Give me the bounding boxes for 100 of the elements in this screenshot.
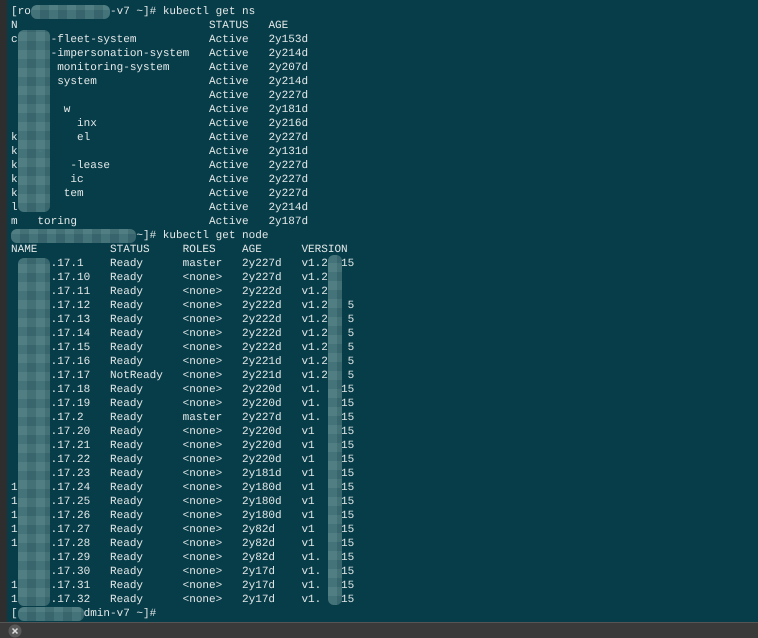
table-cell: 2y227d xyxy=(268,173,308,187)
table-cell-text: <none> xyxy=(182,593,224,607)
table-cell: v1.2 15 xyxy=(301,257,354,271)
table-cell: v1. 15 xyxy=(301,565,354,579)
prompt-text: dmin-v7 ~]# xyxy=(84,607,156,621)
column-header: STATUS xyxy=(209,19,250,33)
table-cell-text: 1 .17.31 xyxy=(11,579,92,593)
table-cell: 2y187d xyxy=(268,215,308,229)
table-cell-text: Active xyxy=(209,145,250,159)
table-cell-text: .17.19 xyxy=(50,397,92,411)
table-cell-text: 2y222d xyxy=(242,285,283,299)
table-cell-text: Ready xyxy=(110,565,144,579)
table-cell-text: .17.2 xyxy=(50,411,85,425)
table-cell-text: Ready xyxy=(110,509,144,523)
table-cell-text: m toring xyxy=(11,215,78,229)
table-cell-text: 2y222d xyxy=(242,313,283,327)
table-cell-text: Ready xyxy=(110,593,144,607)
table-cell: v1.2 5 xyxy=(301,299,354,313)
table-cell-text: .17.15 xyxy=(50,341,92,355)
table-cell: v1. 15 xyxy=(301,397,354,411)
column-header: AGE xyxy=(268,19,288,33)
table-cell-text: Active xyxy=(209,187,250,201)
table-cell-text: <none> xyxy=(182,313,224,327)
table-cell: 2y131d xyxy=(268,145,308,159)
column-header: NAME xyxy=(11,243,38,257)
table-cell-text: .17.20 xyxy=(50,425,92,439)
table-cell-text: .17.11 xyxy=(50,285,92,299)
table-cell-text: 2y221d xyxy=(242,369,283,383)
table-cell: v1.2 5 xyxy=(301,327,354,341)
table-cell: v1 15 xyxy=(301,439,354,453)
table-cell-text: 2y82d xyxy=(242,523,276,537)
table-cell-text: 2y17d xyxy=(242,593,276,607)
table-cell-text: .17.21 xyxy=(50,439,92,453)
table-cell: 2y214d xyxy=(268,75,308,89)
column-header: VERSION xyxy=(301,243,348,257)
table-cell-text: Active xyxy=(209,215,250,229)
table-cell-text: <none> xyxy=(182,397,224,411)
table-cell-text: Active xyxy=(209,47,250,61)
table-cell: v1.2 xyxy=(301,271,328,285)
table-cell-text: Ready xyxy=(110,327,144,341)
prompt-text: ~]# kubectl get node xyxy=(136,229,268,243)
column-header: STATUS xyxy=(110,243,151,257)
table-cell-text: Ready xyxy=(110,397,144,411)
table-cell: v1. 15 xyxy=(301,411,354,425)
table-cell-text: Ready xyxy=(110,383,144,397)
table-cell: 2y181d xyxy=(268,103,308,117)
close-icon[interactable] xyxy=(8,624,22,638)
table-cell: v1. 15 xyxy=(301,593,354,607)
table-cell-text: 1 .17.24 xyxy=(11,481,92,495)
column-header: N xyxy=(11,19,19,33)
table-cell-text: 2y222d xyxy=(242,299,283,313)
table-cell-text: inx xyxy=(76,117,98,131)
table-cell: v1.2 5 xyxy=(301,355,354,369)
table-cell-text: c -fleet-system xyxy=(11,33,138,47)
table-cell-text: 1 .17.26 xyxy=(11,509,92,523)
table-cell-text: Ready xyxy=(110,481,144,495)
table-cell: 2y227d xyxy=(268,89,308,103)
table-cell-text: <none> xyxy=(182,579,224,593)
table-cell-text: 2y221d xyxy=(242,355,283,369)
column-header: AGE xyxy=(242,243,263,257)
table-cell: v1 15 xyxy=(301,481,354,495)
table-cell-text: Active xyxy=(209,201,250,215)
table-cell: v1. 15 xyxy=(301,551,354,565)
table-cell-text: Active xyxy=(209,75,250,89)
table-cell: v1. 15 xyxy=(301,383,354,397)
table-cell-text: .17.30 xyxy=(50,565,92,579)
table-cell-text: 2y227d xyxy=(242,271,283,285)
table-cell-text: Ready xyxy=(110,467,144,481)
table-cell: 2y227d xyxy=(268,187,308,201)
table-cell-text: 2y220d xyxy=(242,453,283,467)
table-cell-text: 1 .17.25 xyxy=(11,495,92,509)
prompt-text: [ro xyxy=(11,5,31,19)
table-cell-text: <none> xyxy=(182,537,224,551)
table-cell: v1.2 5 xyxy=(301,313,354,327)
table-cell-text: -impersonation-system xyxy=(50,47,190,61)
table-cell-text: Ready xyxy=(110,341,144,355)
table-cell-text: Ready xyxy=(110,579,144,593)
table-cell: 2y214d xyxy=(268,201,308,215)
table-cell-text: monitoring-system xyxy=(56,61,170,75)
table-cell-text: Active xyxy=(209,89,250,103)
table-cell: 2y227d xyxy=(268,131,308,145)
table-cell-text: <none> xyxy=(182,509,224,523)
table-cell-text: Active xyxy=(209,33,250,47)
table-cell-text: 2y220d xyxy=(242,383,283,397)
column-header: ROLES xyxy=(182,243,217,257)
table-cell-text: <none> xyxy=(182,327,224,341)
table-cell-text: .17.14 xyxy=(50,327,92,341)
table-cell-text: 2y222d xyxy=(242,327,283,341)
table-cell-text: .17.13 xyxy=(50,313,92,327)
table-cell-text: Ready xyxy=(110,453,144,467)
table-cell-text: master xyxy=(182,257,224,271)
table-cell-text: Ready xyxy=(110,299,144,313)
table-cell: 2y207d xyxy=(268,61,308,75)
table-cell: v1.2 xyxy=(301,285,328,299)
table-cell-text: 2y227d xyxy=(242,411,283,425)
table-cell-text: Ready xyxy=(110,537,144,551)
table-cell-text: 2y82d xyxy=(242,551,276,565)
table-cell-text: system xyxy=(56,75,98,89)
table-cell-text: .17.10 xyxy=(50,271,92,285)
table-cell-text: 2y82d xyxy=(242,537,276,551)
